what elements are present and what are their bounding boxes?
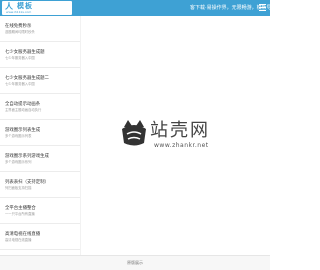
sidebar-list: 在线免费秒杀 选题期间均限时秒杀 七少女服务器生成题 七少年服务器入中国 七少女…	[0, 16, 80, 255]
logo-url: www.ih11ks.com	[6, 10, 32, 14]
footer-text: 原版展示	[127, 260, 143, 265]
list-item[interactable]: 列表表扫（支持定制） 列扫面板支持扫描	[0, 172, 80, 198]
list-item[interactable]: 全平台主播整合 一一只平台所有直播	[0, 198, 80, 224]
list-item[interactable]: 全自动提示动画条 主界面主题动画自动执行	[0, 94, 80, 120]
footer: 原版展示	[0, 255, 270, 270]
list-item-subtitle: 高清电视在线直播	[5, 238, 32, 242]
column-divider	[80, 16, 81, 255]
menu-icon[interactable]	[257, 2, 267, 14]
list-item-subtitle: 主界面主题动画自动执行	[5, 108, 42, 112]
list-item[interactable]: 在线免费秒杀 选题期间均限时秒杀	[0, 16, 80, 42]
list-item[interactable]: 游戏圈示列表生成 多个游戏圈示列表	[0, 120, 80, 146]
shell-logo-icon	[122, 120, 146, 146]
site-logo[interactable]: 人 模板 www.ih11ks.com	[2, 1, 72, 15]
list-item-subtitle: 七少年服务器入中国	[5, 82, 35, 86]
watermark-url: www.zhankr.net	[154, 142, 209, 149]
list-item-subtitle: 多个游戏圈示列表	[5, 134, 32, 138]
list-item[interactable]: 高清电视在线直播 高清电视在线直播	[0, 224, 80, 250]
list-item[interactable]: 七少女服务器生成题二 七少年服务器入中国	[0, 68, 80, 94]
list-item-subtitle: 多个游戏圈示系列	[5, 160, 32, 164]
watermark-title: 站壳网	[150, 120, 210, 141]
list-item[interactable]: 七少女服务器生成题 七少年服务器入中国	[0, 42, 80, 68]
list-item[interactable]: 游戏圈示系列游戏生成 多个游戏圈示系列	[0, 146, 80, 172]
list-item-subtitle: 列扫面板支持扫描	[5, 186, 32, 190]
list-item-subtitle: 七少年服务器入中国	[5, 56, 35, 60]
top-bar: 人 模板 www.ih11ks.com 客下载·易操作界，无限畅游，模板导航	[0, 0, 277, 16]
watermark: 站壳网 www.zhankr.net	[120, 112, 260, 162]
list-item-subtitle: 一一只平台所有直播	[5, 212, 35, 216]
list-item-subtitle: 选题期间均限时秒杀	[5, 30, 35, 34]
